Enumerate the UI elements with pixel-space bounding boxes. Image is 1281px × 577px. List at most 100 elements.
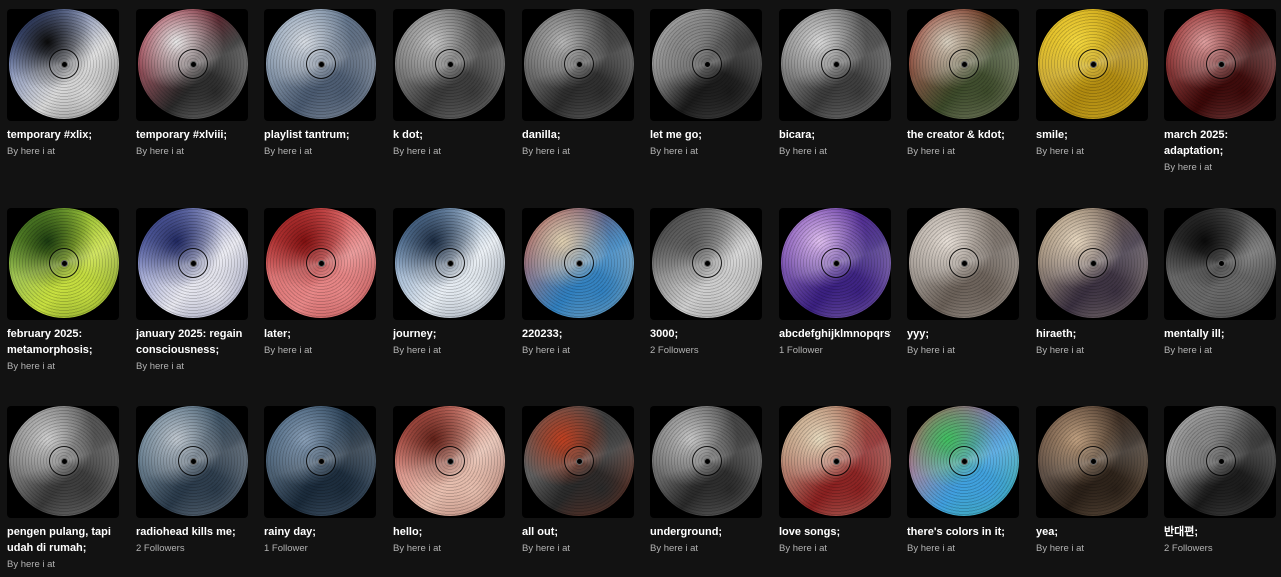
playlist-card[interactable]: 반대편; 2 Followers — [1164, 406, 1281, 556]
playlist-card[interactable]: rainy day; 1 Follower — [264, 406, 384, 556]
playlist-card[interactable]: yyy; By here i at — [907, 208, 1027, 358]
playlist-title[interactable]: hiraeth; — [1036, 326, 1148, 342]
vinyl-record-icon — [652, 9, 762, 119]
playlist-title[interactable]: abcdefghijklmnopqrstuvwxyz; — [779, 326, 891, 342]
playlist-subtitle: By here i at — [393, 345, 442, 356]
playlist-cover[interactable] — [779, 9, 891, 121]
playlist-cover[interactable] — [264, 208, 376, 320]
playlist-card[interactable]: hello; By here i at — [393, 406, 513, 556]
vinyl-record-icon — [9, 208, 119, 318]
playlist-cover[interactable] — [136, 208, 248, 320]
playlist-title[interactable]: underground; — [650, 524, 762, 540]
playlist-title[interactable]: let me go; — [650, 127, 762, 143]
playlist-card[interactable]: danilla; By here i at — [522, 9, 642, 159]
playlist-cover[interactable] — [907, 208, 1019, 320]
playlist-card[interactable]: underground; By here i at — [650, 406, 770, 556]
playlist-cover[interactable] — [650, 208, 762, 320]
playlist-card[interactable]: the creator & kdot; By here i at — [907, 9, 1027, 159]
playlist-title[interactable]: smile; — [1036, 127, 1148, 143]
playlist-card[interactable]: 3000; 2 Followers — [650, 208, 770, 358]
playlist-title[interactable]: 220233; — [522, 326, 634, 342]
playlist-card[interactable]: yea; By here i at — [1036, 406, 1156, 556]
playlist-cover[interactable] — [522, 406, 634, 518]
playlist-card[interactable]: january 2025: regain consciousness; By he… — [136, 208, 256, 374]
playlist-card[interactable]: march 2025: adaptation; By here i at — [1164, 9, 1281, 175]
playlist-title[interactable]: all out; — [522, 524, 634, 540]
playlist-cover[interactable] — [779, 208, 891, 320]
playlist-card[interactable]: love songs; By here i at — [779, 406, 899, 556]
playlist-cover[interactable] — [136, 406, 248, 518]
playlist-card[interactable]: mentally ill; By here i at — [1164, 208, 1281, 358]
vinyl-record-icon — [9, 9, 119, 119]
playlist-title[interactable]: temporary #xlix; — [7, 127, 119, 143]
playlist-cover[interactable] — [1164, 9, 1276, 121]
playlist-cover[interactable] — [393, 9, 505, 121]
playlist-card[interactable]: smile; By here i at — [1036, 9, 1156, 159]
playlist-cover[interactable] — [1036, 208, 1148, 320]
playlist-card[interactable]: 220233; By here i at — [522, 208, 642, 358]
playlist-cover[interactable] — [7, 9, 119, 121]
playlist-card[interactable]: all out; By here i at — [522, 406, 642, 556]
playlist-cover[interactable] — [522, 9, 634, 121]
playlist-title[interactable]: love songs; — [779, 524, 891, 540]
playlist-title[interactable]: yea; — [1036, 524, 1148, 540]
playlist-title[interactable]: there's colors in it; — [907, 524, 1019, 540]
playlist-cover[interactable] — [1036, 9, 1148, 121]
playlist-title[interactable]: later; — [264, 326, 376, 342]
playlist-title[interactable]: yyy; — [907, 326, 1019, 342]
playlist-card[interactable]: there's colors in it; By here i at — [907, 406, 1027, 556]
playlist-card[interactable]: playlist tantrum; By here i at — [264, 9, 384, 159]
playlist-card[interactable]: february 2025: metamorphosis; By here i a… — [7, 208, 127, 374]
record-spindle-hole — [832, 259, 840, 267]
record-spindle-hole — [446, 60, 454, 68]
playlist-title[interactable]: 반대편; — [1164, 524, 1276, 540]
playlist-cover[interactable] — [264, 406, 376, 518]
playlist-cover[interactable] — [7, 208, 119, 320]
playlist-cover[interactable] — [264, 9, 376, 121]
playlist-title[interactable]: the creator & kdot; — [907, 127, 1019, 143]
playlist-card[interactable]: journey; By here i at — [393, 208, 513, 358]
playlist-card[interactable]: let me go; By here i at — [650, 9, 770, 159]
playlist-title[interactable]: hello; — [393, 524, 505, 540]
playlist-subtitle: By here i at — [650, 146, 699, 157]
playlist-title[interactable]: february 2025: metamorphosis; — [7, 326, 119, 358]
playlist-cover[interactable] — [907, 406, 1019, 518]
playlist-title[interactable]: danilla; — [522, 127, 634, 143]
playlist-cover[interactable] — [393, 208, 505, 320]
playlist-title[interactable]: playlist tantrum; — [264, 127, 376, 143]
playlist-title[interactable]: journey; — [393, 326, 505, 342]
playlist-cover[interactable] — [7, 406, 119, 518]
playlist-card[interactable]: later; By here i at — [264, 208, 384, 358]
record-spindle-hole — [1089, 259, 1097, 267]
playlist-title[interactable]: k dot; — [393, 127, 505, 143]
playlist-title[interactable]: radiohead kills me; — [136, 524, 248, 540]
playlist-cover[interactable] — [907, 9, 1019, 121]
vinyl-record-icon — [138, 406, 248, 516]
playlist-subtitle: By here i at — [7, 559, 56, 570]
playlist-cover[interactable] — [393, 406, 505, 518]
playlist-title[interactable]: temporary #xlviii; — [136, 127, 248, 143]
playlist-title[interactable]: january 2025: regain consciousness; — [136, 326, 248, 358]
playlist-card[interactable]: pengen pulang, tapi udah di rumah; By her… — [7, 406, 127, 572]
playlist-card[interactable]: temporary #xlix; By here i at — [7, 9, 127, 159]
playlist-title[interactable]: march 2025: adaptation; — [1164, 127, 1276, 159]
playlist-title[interactable]: pengen pulang, tapi udah di rumah; — [7, 524, 119, 556]
playlist-cover[interactable] — [650, 9, 762, 121]
playlist-cover[interactable] — [522, 208, 634, 320]
playlist-cover[interactable] — [1036, 406, 1148, 518]
playlist-title[interactable]: bicara; — [779, 127, 891, 143]
playlist-cover[interactable] — [650, 406, 762, 518]
playlist-card[interactable]: hiraeth; By here i at — [1036, 208, 1156, 358]
playlist-card[interactable]: bicara; By here i at — [779, 9, 899, 159]
playlist-cover[interactable] — [1164, 208, 1276, 320]
playlist-cover[interactable] — [136, 9, 248, 121]
playlist-cover[interactable] — [1164, 406, 1276, 518]
playlist-card[interactable]: k dot; By here i at — [393, 9, 513, 159]
playlist-card[interactable]: abcdefghijklmnopqrstuvwxyz; 1 Follower — [779, 208, 899, 358]
playlist-card[interactable]: temporary #xlviii; By here i at — [136, 9, 256, 159]
playlist-cover[interactable] — [779, 406, 891, 518]
playlist-card[interactable]: radiohead kills me; 2 Followers — [136, 406, 256, 556]
playlist-title[interactable]: 3000; — [650, 326, 762, 342]
playlist-title[interactable]: mentally ill; — [1164, 326, 1276, 342]
playlist-title[interactable]: rainy day; — [264, 524, 376, 540]
